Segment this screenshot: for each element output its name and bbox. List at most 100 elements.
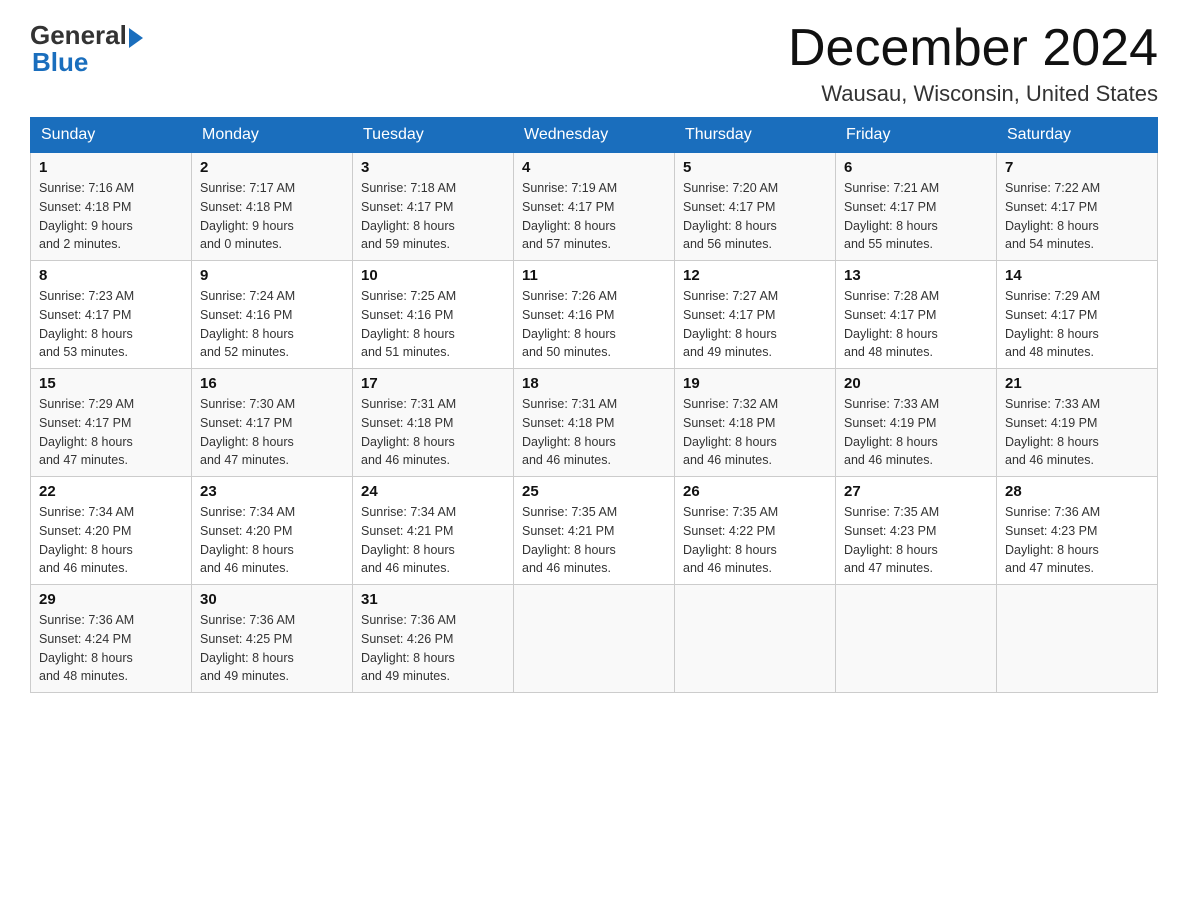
calendar-day-cell (514, 585, 675, 693)
calendar-day-cell: 11 Sunrise: 7:26 AMSunset: 4:16 PMDaylig… (514, 261, 675, 369)
calendar-day-cell: 20 Sunrise: 7:33 AMSunset: 4:19 PMDaylig… (836, 369, 997, 477)
day-info: Sunrise: 7:34 AMSunset: 4:20 PMDaylight:… (39, 503, 183, 578)
calendar-day-cell: 10 Sunrise: 7:25 AMSunset: 4:16 PMDaylig… (353, 261, 514, 369)
day-info: Sunrise: 7:25 AMSunset: 4:16 PMDaylight:… (361, 287, 505, 362)
day-number: 30 (200, 591, 344, 608)
day-number: 17 (361, 375, 505, 392)
calendar-header-friday: Friday (836, 118, 997, 153)
calendar-day-cell (675, 585, 836, 693)
logo-blue-text: Blue (32, 47, 88, 78)
day-info: Sunrise: 7:27 AMSunset: 4:17 PMDaylight:… (683, 287, 827, 362)
day-number: 24 (361, 483, 505, 500)
day-info: Sunrise: 7:32 AMSunset: 4:18 PMDaylight:… (683, 395, 827, 470)
calendar-header-wednesday: Wednesday (514, 118, 675, 153)
day-info: Sunrise: 7:33 AMSunset: 4:19 PMDaylight:… (844, 395, 988, 470)
day-number: 13 (844, 267, 988, 284)
day-number: 22 (39, 483, 183, 500)
month-title: December 2024 (788, 20, 1158, 77)
calendar-day-cell: 13 Sunrise: 7:28 AMSunset: 4:17 PMDaylig… (836, 261, 997, 369)
calendar-day-cell: 18 Sunrise: 7:31 AMSunset: 4:18 PMDaylig… (514, 369, 675, 477)
calendar-week-row: 15 Sunrise: 7:29 AMSunset: 4:17 PMDaylig… (31, 369, 1158, 477)
day-info: Sunrise: 7:19 AMSunset: 4:17 PMDaylight:… (522, 179, 666, 254)
day-number: 14 (1005, 267, 1149, 284)
calendar-header-monday: Monday (192, 118, 353, 153)
day-number: 15 (39, 375, 183, 392)
calendar-day-cell: 6 Sunrise: 7:21 AMSunset: 4:17 PMDayligh… (836, 153, 997, 261)
day-info: Sunrise: 7:35 AMSunset: 4:22 PMDaylight:… (683, 503, 827, 578)
calendar-day-cell: 4 Sunrise: 7:19 AMSunset: 4:17 PMDayligh… (514, 153, 675, 261)
day-number: 31 (361, 591, 505, 608)
day-number: 5 (683, 159, 827, 176)
calendar-day-cell: 5 Sunrise: 7:20 AMSunset: 4:17 PMDayligh… (675, 153, 836, 261)
day-info: Sunrise: 7:29 AMSunset: 4:17 PMDaylight:… (39, 395, 183, 470)
day-info: Sunrise: 7:36 AMSunset: 4:24 PMDaylight:… (39, 611, 183, 686)
day-info: Sunrise: 7:17 AMSunset: 4:18 PMDaylight:… (200, 179, 344, 254)
day-info: Sunrise: 7:36 AMSunset: 4:25 PMDaylight:… (200, 611, 344, 686)
day-number: 9 (200, 267, 344, 284)
title-block: December 2024 Wausau, Wisconsin, United … (788, 20, 1158, 107)
calendar-header-saturday: Saturday (997, 118, 1158, 153)
day-info: Sunrise: 7:18 AMSunset: 4:17 PMDaylight:… (361, 179, 505, 254)
day-info: Sunrise: 7:26 AMSunset: 4:16 PMDaylight:… (522, 287, 666, 362)
day-info: Sunrise: 7:22 AMSunset: 4:17 PMDaylight:… (1005, 179, 1149, 254)
day-info: Sunrise: 7:24 AMSunset: 4:16 PMDaylight:… (200, 287, 344, 362)
calendar-day-cell: 28 Sunrise: 7:36 AMSunset: 4:23 PMDaylig… (997, 477, 1158, 585)
day-number: 12 (683, 267, 827, 284)
calendar-day-cell: 17 Sunrise: 7:31 AMSunset: 4:18 PMDaylig… (353, 369, 514, 477)
day-info: Sunrise: 7:30 AMSunset: 4:17 PMDaylight:… (200, 395, 344, 470)
day-number: 18 (522, 375, 666, 392)
calendar-day-cell: 22 Sunrise: 7:34 AMSunset: 4:20 PMDaylig… (31, 477, 192, 585)
calendar-header-tuesday: Tuesday (353, 118, 514, 153)
calendar-day-cell: 27 Sunrise: 7:35 AMSunset: 4:23 PMDaylig… (836, 477, 997, 585)
calendar-day-cell: 3 Sunrise: 7:18 AMSunset: 4:17 PMDayligh… (353, 153, 514, 261)
calendar-day-cell: 9 Sunrise: 7:24 AMSunset: 4:16 PMDayligh… (192, 261, 353, 369)
calendar-week-row: 22 Sunrise: 7:34 AMSunset: 4:20 PMDaylig… (31, 477, 1158, 585)
calendar-day-cell: 26 Sunrise: 7:35 AMSunset: 4:22 PMDaylig… (675, 477, 836, 585)
day-info: Sunrise: 7:31 AMSunset: 4:18 PMDaylight:… (361, 395, 505, 470)
day-number: 20 (844, 375, 988, 392)
day-number: 27 (844, 483, 988, 500)
calendar-day-cell: 25 Sunrise: 7:35 AMSunset: 4:21 PMDaylig… (514, 477, 675, 585)
day-number: 21 (1005, 375, 1149, 392)
day-info: Sunrise: 7:36 AMSunset: 4:26 PMDaylight:… (361, 611, 505, 686)
calendar-day-cell (836, 585, 997, 693)
day-info: Sunrise: 7:33 AMSunset: 4:19 PMDaylight:… (1005, 395, 1149, 470)
day-info: Sunrise: 7:34 AMSunset: 4:21 PMDaylight:… (361, 503, 505, 578)
calendar-header-thursday: Thursday (675, 118, 836, 153)
page-header: General Blue December 2024 Wausau, Wisco… (30, 20, 1158, 107)
calendar-day-cell: 29 Sunrise: 7:36 AMSunset: 4:24 PMDaylig… (31, 585, 192, 693)
day-info: Sunrise: 7:31 AMSunset: 4:18 PMDaylight:… (522, 395, 666, 470)
day-number: 2 (200, 159, 344, 176)
day-info: Sunrise: 7:21 AMSunset: 4:17 PMDaylight:… (844, 179, 988, 254)
day-number: 25 (522, 483, 666, 500)
day-info: Sunrise: 7:16 AMSunset: 4:18 PMDaylight:… (39, 179, 183, 254)
calendar-day-cell: 30 Sunrise: 7:36 AMSunset: 4:25 PMDaylig… (192, 585, 353, 693)
location-title: Wausau, Wisconsin, United States (788, 81, 1158, 107)
calendar-header-sunday: Sunday (31, 118, 192, 153)
calendar-day-cell (997, 585, 1158, 693)
calendar-day-cell: 31 Sunrise: 7:36 AMSunset: 4:26 PMDaylig… (353, 585, 514, 693)
day-info: Sunrise: 7:35 AMSunset: 4:23 PMDaylight:… (844, 503, 988, 578)
day-info: Sunrise: 7:34 AMSunset: 4:20 PMDaylight:… (200, 503, 344, 578)
calendar-day-cell: 2 Sunrise: 7:17 AMSunset: 4:18 PMDayligh… (192, 153, 353, 261)
calendar-day-cell: 24 Sunrise: 7:34 AMSunset: 4:21 PMDaylig… (353, 477, 514, 585)
day-number: 1 (39, 159, 183, 176)
day-number: 23 (200, 483, 344, 500)
day-number: 7 (1005, 159, 1149, 176)
day-number: 19 (683, 375, 827, 392)
day-info: Sunrise: 7:36 AMSunset: 4:23 PMDaylight:… (1005, 503, 1149, 578)
calendar-day-cell: 7 Sunrise: 7:22 AMSunset: 4:17 PMDayligh… (997, 153, 1158, 261)
day-info: Sunrise: 7:28 AMSunset: 4:17 PMDaylight:… (844, 287, 988, 362)
logo-arrow-icon (129, 28, 143, 48)
calendar-header-row: SundayMondayTuesdayWednesdayThursdayFrid… (31, 118, 1158, 153)
calendar-week-row: 8 Sunrise: 7:23 AMSunset: 4:17 PMDayligh… (31, 261, 1158, 369)
day-number: 4 (522, 159, 666, 176)
day-number: 8 (39, 267, 183, 284)
calendar-day-cell: 21 Sunrise: 7:33 AMSunset: 4:19 PMDaylig… (997, 369, 1158, 477)
day-number: 11 (522, 267, 666, 284)
calendar-day-cell: 1 Sunrise: 7:16 AMSunset: 4:18 PMDayligh… (31, 153, 192, 261)
calendar-table: SundayMondayTuesdayWednesdayThursdayFrid… (30, 117, 1158, 693)
day-number: 10 (361, 267, 505, 284)
calendar-week-row: 1 Sunrise: 7:16 AMSunset: 4:18 PMDayligh… (31, 153, 1158, 261)
calendar-day-cell: 23 Sunrise: 7:34 AMSunset: 4:20 PMDaylig… (192, 477, 353, 585)
